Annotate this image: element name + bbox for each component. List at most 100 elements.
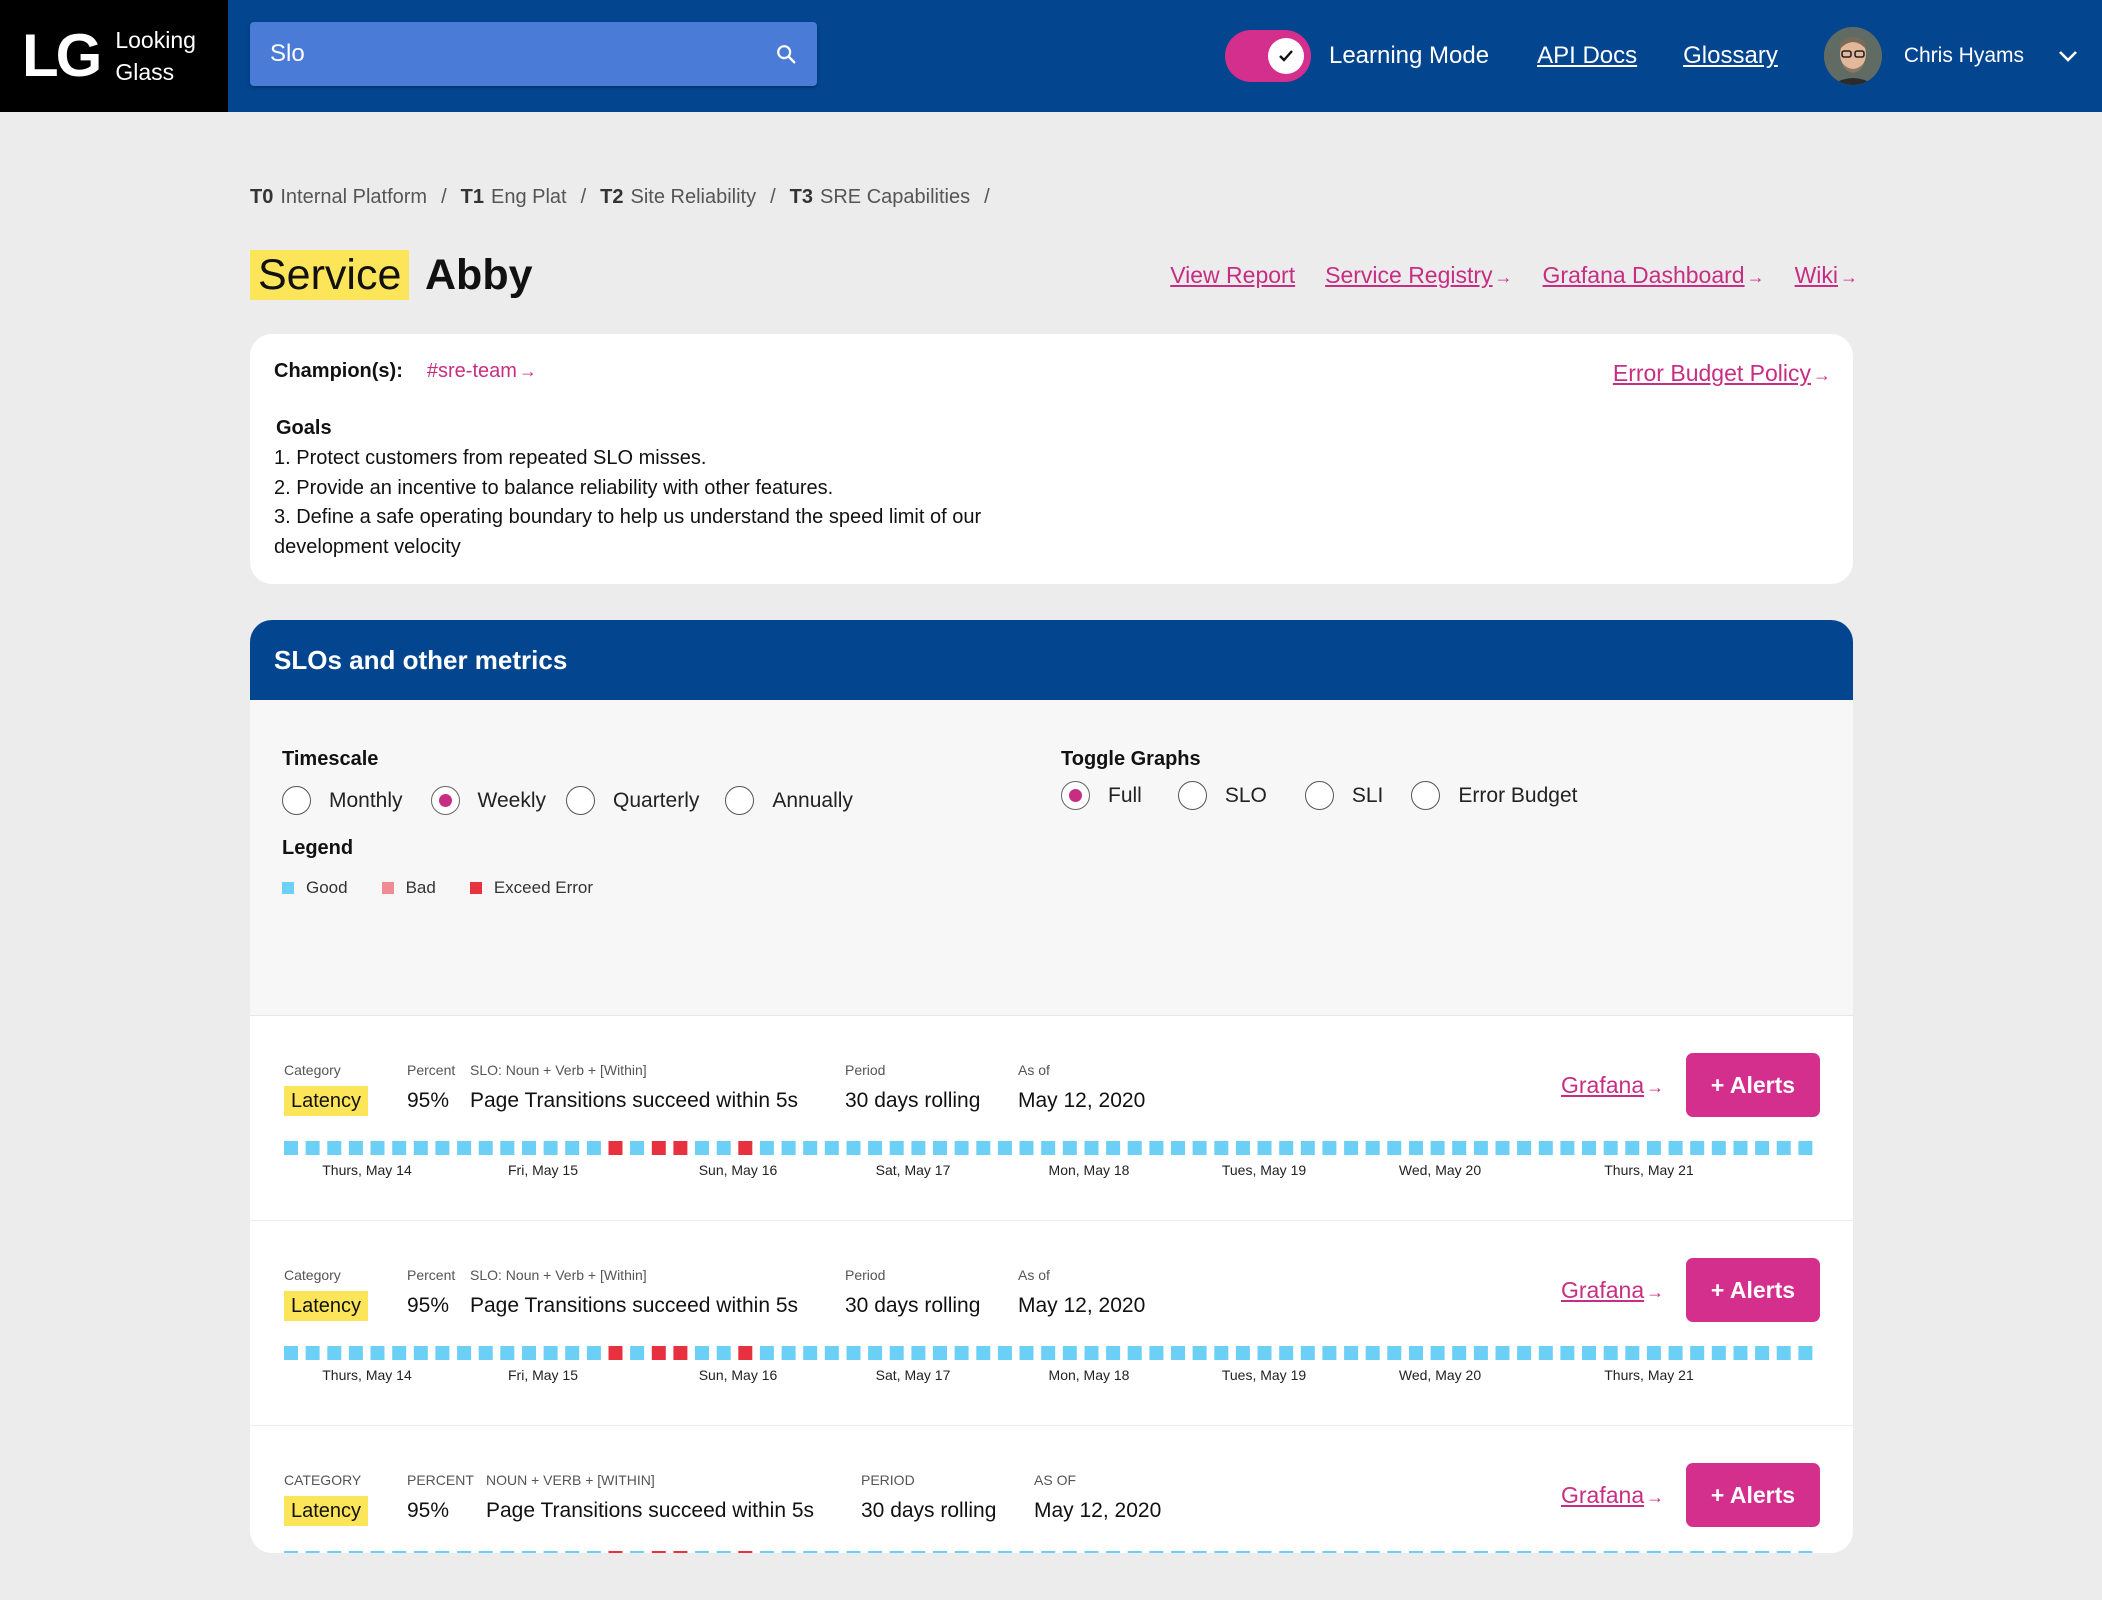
timeline-segment-good[interactable]	[976, 1141, 991, 1155]
timeline-segment-good[interactable]	[1279, 1346, 1294, 1360]
timeline-segment-good[interactable]	[1776, 1141, 1791, 1155]
timeline-segment-good[interactable]	[1041, 1346, 1056, 1360]
timeline-segment-good[interactable]	[911, 1141, 926, 1155]
timeline-segment-good[interactable]	[630, 1141, 645, 1155]
timeline-segment-good[interactable]	[911, 1551, 926, 1553]
timeline-segment-good[interactable]	[759, 1346, 774, 1360]
timeline-segment-good[interactable]	[1322, 1346, 1337, 1360]
timeline-segment-good[interactable]	[1149, 1346, 1164, 1360]
timeline-segment-good[interactable]	[889, 1346, 904, 1360]
timeline-segment-good[interactable]	[1192, 1346, 1207, 1360]
timeline-segment-good[interactable]	[370, 1141, 385, 1155]
timeline-segment-good[interactable]	[1711, 1346, 1726, 1360]
timeline-segment-good[interactable]	[543, 1346, 558, 1360]
timeline-segment-good[interactable]	[1214, 1141, 1229, 1155]
timeline-segment-good[interactable]	[1279, 1141, 1294, 1155]
timeline-segment-good[interactable]	[630, 1551, 645, 1553]
timeline-segment-good[interactable]	[500, 1346, 515, 1360]
timeline-segment-good[interactable]	[327, 1346, 342, 1360]
timeline-segment-good[interactable]	[1019, 1346, 1034, 1360]
timeline-segment-good[interactable]	[1192, 1551, 1207, 1553]
timeline-segment-good[interactable]	[1235, 1141, 1250, 1155]
timeline-segment-good[interactable]	[413, 1346, 428, 1360]
timeline-segment-good[interactable]	[1690, 1141, 1705, 1155]
timeline-segment-good[interactable]	[868, 1346, 883, 1360]
timeline-segment-good[interactable]	[1755, 1141, 1770, 1155]
timeline-segment-good[interactable]	[1582, 1551, 1596, 1553]
timeline-segment-good[interactable]	[1149, 1551, 1164, 1553]
timeline-segment-good[interactable]	[586, 1346, 601, 1360]
timeline-segment-good[interactable]	[478, 1346, 493, 1360]
timeline-segment-good[interactable]	[997, 1141, 1012, 1155]
timeline-segment-good[interactable]	[478, 1551, 493, 1553]
search-icon[interactable]	[775, 43, 797, 65]
timeline-segment-good[interactable]	[846, 1346, 861, 1360]
timeline-segment-good[interactable]	[565, 1141, 580, 1155]
timeline-segment-good[interactable]	[695, 1551, 709, 1553]
timeline-segment-good[interactable]	[1452, 1346, 1467, 1360]
timeline-segment-good[interactable]	[1603, 1141, 1618, 1155]
radio-slo[interactable]	[1177, 781, 1207, 810]
timeline-segment-good[interactable]	[976, 1551, 991, 1553]
timeline-segment-good[interactable]	[933, 1346, 947, 1360]
timeline-segment-good[interactable]	[1538, 1346, 1553, 1360]
timeline-segment-good[interactable]	[781, 1551, 796, 1553]
timeline-segment-good[interactable]	[889, 1141, 904, 1155]
timeline-segment-good[interactable]	[1062, 1141, 1077, 1155]
breadcrumb-item-t1[interactable]: T1 Eng Plat	[461, 186, 567, 209]
timeline-segment-good[interactable]	[1755, 1346, 1770, 1360]
timeline-segment-good[interactable]	[1300, 1346, 1315, 1360]
timeline-segment-good[interactable]	[695, 1346, 709, 1360]
api-docs-link[interactable]: API Docs	[1537, 42, 1637, 70]
timeline-segment-good[interactable]	[1106, 1141, 1121, 1155]
timeline-segment-good[interactable]	[1127, 1141, 1142, 1155]
grafana-link[interactable]: Grafana	[1561, 1482, 1644, 1508]
timeline-segment-good[interactable]	[1646, 1551, 1661, 1553]
timeline-segment-good[interactable]	[759, 1141, 774, 1155]
timeline-segment-good[interactable]	[1062, 1346, 1077, 1360]
timeline-segment-good[interactable]	[824, 1346, 839, 1360]
timeline-segment-good[interactable]	[1235, 1551, 1250, 1553]
timeline-segment-good[interactable]	[846, 1551, 861, 1553]
grafana-link[interactable]: Grafana	[1561, 1277, 1644, 1303]
timeline-segment-good[interactable]	[370, 1346, 385, 1360]
timeline-segment-good[interactable]	[1344, 1346, 1359, 1360]
timeline-segment-good[interactable]	[1776, 1551, 1791, 1553]
timeline-segment-good[interactable]	[522, 1141, 536, 1155]
timeline-segment-good[interactable]	[543, 1141, 558, 1155]
timeline-segment-exceed[interactable]	[673, 1346, 688, 1360]
timeline-segment-good[interactable]	[911, 1346, 926, 1360]
radio-annually[interactable]	[725, 786, 755, 815]
chevron-down-icon[interactable]	[2058, 50, 2078, 62]
error-budget-policy-link[interactable]: Error Budget Policy	[1613, 360, 1811, 386]
timeline-segment-good[interactable]	[1387, 1551, 1402, 1553]
timeline-segment-good[interactable]	[759, 1551, 774, 1553]
timeline-segment-good[interactable]	[1495, 1551, 1510, 1553]
timeline-segment-good[interactable]	[565, 1346, 580, 1360]
timeline-segment-good[interactable]	[997, 1551, 1012, 1553]
timeline-segment-good[interactable]	[1755, 1551, 1770, 1553]
timeline-segment-good[interactable]	[1646, 1346, 1661, 1360]
timeline-segment-good[interactable]	[1084, 1551, 1099, 1553]
timeline-segment-good[interactable]	[824, 1141, 839, 1155]
timeline-segment-good[interactable]	[803, 1551, 818, 1553]
radio-weekly[interactable]	[430, 786, 460, 815]
wiki-link[interactable]: Wiki	[1795, 262, 1838, 288]
user-name[interactable]: Chris Hyams	[1904, 44, 2024, 68]
timeline-segment-good[interactable]	[824, 1551, 839, 1553]
timeline-segment-good[interactable]	[1560, 1141, 1575, 1155]
timeline-segment-good[interactable]	[1084, 1346, 1099, 1360]
timeline-segment-good[interactable]	[1430, 1141, 1445, 1155]
timeline-segment-good[interactable]	[435, 1346, 450, 1360]
timeline-segment-good[interactable]	[1214, 1551, 1229, 1553]
timeline-segment-good[interactable]	[781, 1346, 796, 1360]
timeline-segment-good[interactable]	[1279, 1551, 1294, 1553]
timeline-segment-good[interactable]	[1668, 1141, 1683, 1155]
timeline-segment-good[interactable]	[457, 1141, 472, 1155]
timeline-segment-good[interactable]	[1344, 1141, 1359, 1155]
timeline-segment-good[interactable]	[933, 1141, 947, 1155]
radio-full[interactable]	[1061, 781, 1090, 810]
timeline-segment-good[interactable]	[1495, 1141, 1510, 1155]
timeline-segment-good[interactable]	[1473, 1141, 1488, 1155]
add-alerts-button[interactable]: + Alerts	[1686, 1258, 1820, 1322]
